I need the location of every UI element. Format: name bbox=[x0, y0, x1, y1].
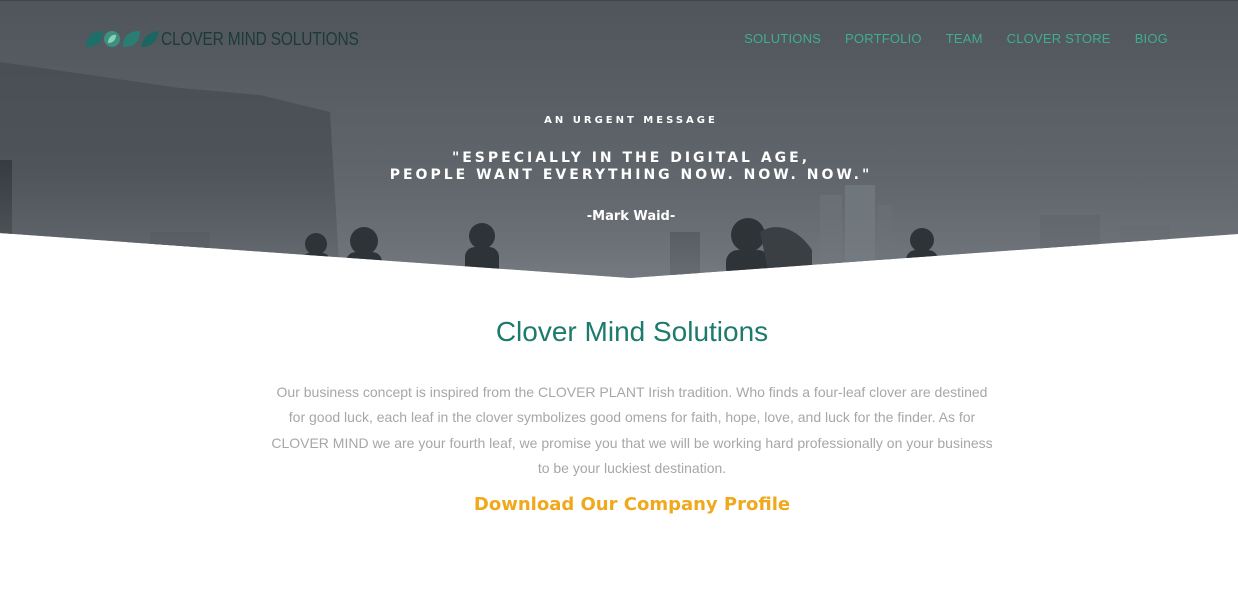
site-logo[interactable]: CLOVER MIND SOLUTIONS bbox=[85, 28, 391, 50]
nav-item-portfolio[interactable]: PORTFOLIO bbox=[845, 31, 922, 46]
hero-eyebrow: AN URGENT MESSAGE bbox=[544, 115, 718, 126]
nav-item-solutions[interactable]: SOLUTIONS bbox=[744, 31, 821, 46]
download-company-profile-label[interactable]: Download Our Company Profile bbox=[474, 494, 790, 515]
nav-item-team[interactable]: TEAM bbox=[946, 31, 983, 46]
download-company-profile-link[interactable]: Download Our Company Profile bbox=[0, 494, 1238, 515]
nav-item-blog[interactable]: BIOG bbox=[1135, 31, 1168, 46]
clover-leaves-logo-icon bbox=[86, 31, 159, 47]
hero-quote-author: -Mark Waid- bbox=[586, 209, 676, 224]
hero-quote: "ESPECIALLY IN THE DIGITAL AGE, PEOPLE W… bbox=[0, 150, 1238, 184]
main-navigation: SOLUTIONS PORTFOLIO TEAM CLOVER STORE BI… bbox=[744, 31, 1168, 46]
section-description: Our business concept is inspired from th… bbox=[271, 384, 993, 476]
page: CLOVER MIND SOLUTIONS SOLUTIONS PORTFOLI… bbox=[0, 0, 1238, 597]
hero-quote-line-1: "ESPECIALLY IN THE DIGITAL AGE, bbox=[451, 150, 811, 166]
section-title: Clover Mind Solutions bbox=[495, 316, 769, 347]
nav-item-clover-store[interactable]: CLOVER STORE bbox=[1007, 31, 1111, 46]
logo-text: CLOVER MIND SOLUTIONS bbox=[161, 28, 359, 49]
hero-quote-line-2: PEOPLE WANT EVERYTHING NOW. NOW. NOW." bbox=[389, 167, 873, 183]
hero-top-border bbox=[0, 0, 1238, 1]
